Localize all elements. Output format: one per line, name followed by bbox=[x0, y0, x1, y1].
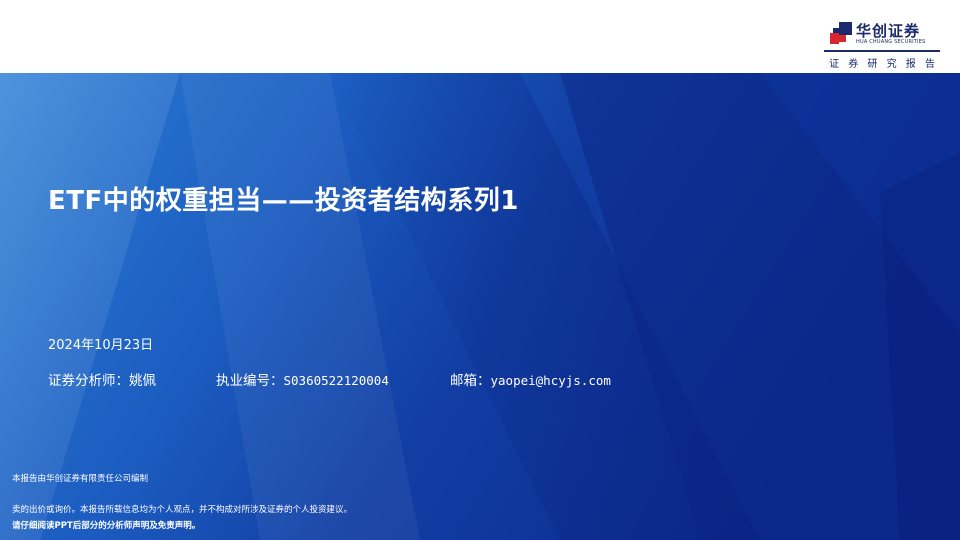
footer-disclaimer: 卖的出价或询价。本报告所载信息均为个人观点，并不构成对所涉及证券的个人投资建议。 bbox=[12, 505, 353, 515]
footer-publisher: 本报告由华创证券有限责任公司编制 bbox=[12, 474, 149, 484]
logo-chinese-name: 华创证券 bbox=[856, 22, 921, 40]
company-logo: 华创证券 HUA CHUANG SECURITIES bbox=[830, 20, 936, 52]
analyst-label: 证券分析师： bbox=[48, 373, 129, 389]
report-header: 华创证券 HUA CHUANG SECURITIES 证 券 研 究 报 告 bbox=[0, 0, 960, 73]
hero-background bbox=[0, 73, 960, 540]
analyst-name: 姚佩 bbox=[129, 373, 156, 389]
cover-hero bbox=[0, 73, 960, 540]
report-type-label: 证 券 研 究 报 告 bbox=[829, 59, 938, 70]
email-link[interactable]: yaopei@hcyjs.com bbox=[491, 373, 611, 388]
logo-english-name: HUA CHUANG SECURITIES bbox=[856, 39, 926, 45]
report-title: ETF中的权重担当——投资者结构系列1 bbox=[48, 186, 519, 216]
report-date: 2024年10月23日 bbox=[48, 338, 154, 353]
email-label: 邮箱： bbox=[450, 373, 491, 389]
header-divider bbox=[824, 50, 940, 52]
footer-read-notice: 请仔细阅读PPT后部分的分析师声明及免责声明。 bbox=[12, 521, 201, 531]
logo-mark-icon bbox=[830, 22, 852, 44]
license-label: 执业编号： bbox=[216, 373, 284, 389]
email-info: 邮箱：yaopei@hcyjs.com bbox=[450, 369, 611, 389]
license-number: S0360522120004 bbox=[283, 373, 389, 388]
license-info: 执业编号：S0360522120004 bbox=[216, 369, 389, 389]
analyst-info: 证券分析师：姚佩 bbox=[48, 369, 156, 389]
